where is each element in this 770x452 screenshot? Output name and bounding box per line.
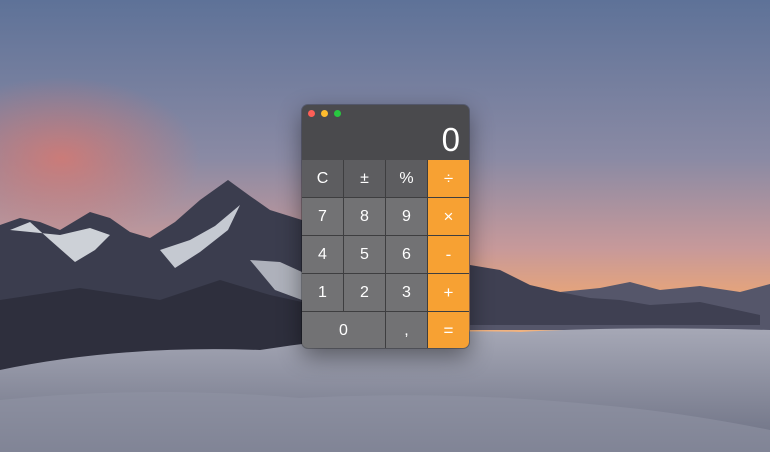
clear-button[interactable]: C <box>302 160 343 197</box>
digit-6-button[interactable]: 6 <box>386 236 427 273</box>
equals-button[interactable]: = <box>428 312 469 348</box>
digit-4-button[interactable]: 4 <box>302 236 343 273</box>
digit-1-button[interactable]: 1 <box>302 274 343 311</box>
digit-0-button[interactable]: 0 <box>302 312 385 348</box>
display-value: 0 <box>441 121 460 158</box>
digit-5-button[interactable]: 5 <box>344 236 385 273</box>
divide-button[interactable]: ÷ <box>428 160 469 197</box>
calculator-window: 0 C ± % ÷ 7 8 9 × 4 5 6 - 1 2 3 + 0 , = <box>302 105 469 348</box>
digit-7-button[interactable]: 7 <box>302 198 343 235</box>
keypad: C ± % ÷ 7 8 9 × 4 5 6 - 1 2 3 + 0 , = <box>302 160 469 348</box>
close-button[interactable] <box>308 110 315 117</box>
decimal-button[interactable]: , <box>386 312 427 348</box>
multiply-button[interactable]: × <box>428 198 469 235</box>
plus-minus-button[interactable]: ± <box>344 160 385 197</box>
minimize-button[interactable] <box>321 110 328 117</box>
add-button[interactable]: + <box>428 274 469 311</box>
title-bar[interactable] <box>302 105 469 121</box>
digit-8-button[interactable]: 8 <box>344 198 385 235</box>
zoom-button[interactable] <box>334 110 341 117</box>
percent-button[interactable]: % <box>386 160 427 197</box>
digit-9-button[interactable]: 9 <box>386 198 427 235</box>
digit-3-button[interactable]: 3 <box>386 274 427 311</box>
digit-2-button[interactable]: 2 <box>344 274 385 311</box>
subtract-button[interactable]: - <box>428 236 469 273</box>
